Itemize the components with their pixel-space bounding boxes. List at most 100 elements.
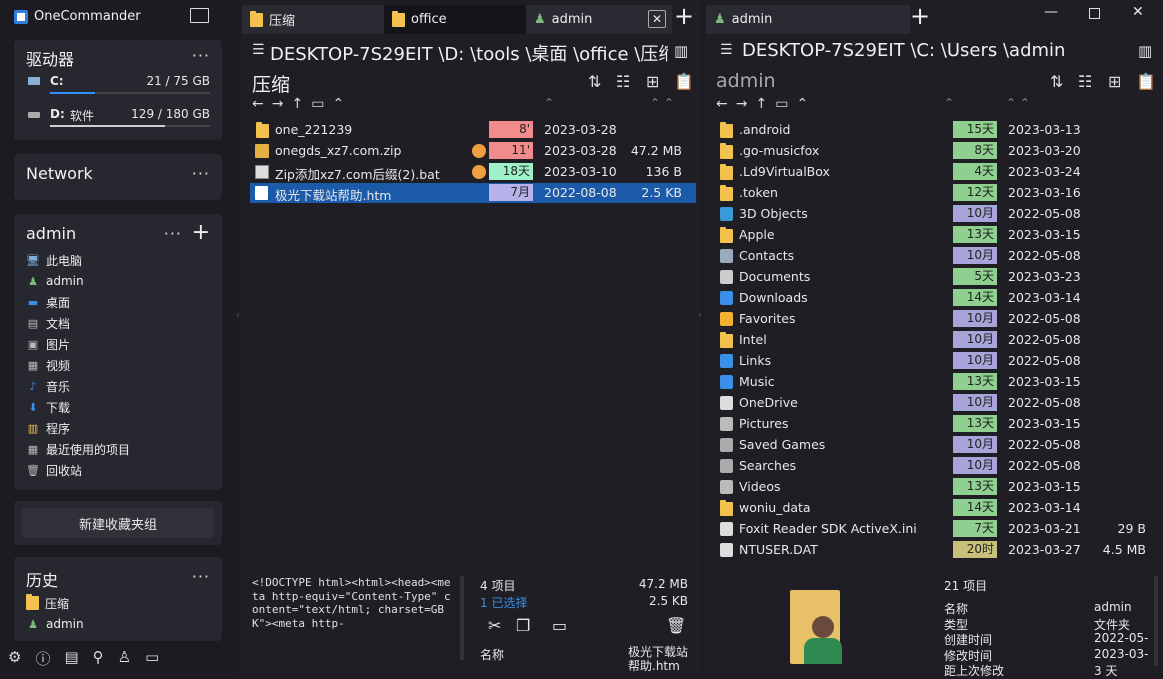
sidebar-item[interactable]: ▦ 最近使用的项目 xyxy=(26,439,130,459)
file-row[interactable]: Apple 13天 2023-03-15 xyxy=(714,225,1158,245)
sort-icon[interactable]: ⇅ xyxy=(588,72,601,91)
file-row[interactable]: Music 13天 2023-03-15 xyxy=(714,372,1158,392)
file-row[interactable]: .android 15天 2023-03-13 xyxy=(714,120,1158,140)
new-tab-button[interactable]: + xyxy=(674,2,694,30)
clipboard-icon[interactable]: 📋 xyxy=(674,72,694,91)
sidebar-item[interactable]: ▬ 桌面 xyxy=(26,292,70,312)
folder-nav-icon[interactable]: ▭ xyxy=(311,96,324,112)
file-row[interactable]: .Ld9VirtualBox 4天 2023-03-24 xyxy=(714,162,1158,182)
panel-layout-icon[interactable]: ▥ xyxy=(1138,42,1152,60)
sidebar-item[interactable]: ♟ admin xyxy=(26,271,84,291)
sidebar-item[interactable]: 🗑 回收站 xyxy=(26,460,82,480)
new-window-button[interactable] xyxy=(190,8,209,23)
clipboard-icon[interactable]: 📋 xyxy=(1136,72,1156,91)
drives-more-button[interactable]: ··· xyxy=(192,46,210,65)
file-row[interactable]: Documents 5天 2023-03-23 xyxy=(714,267,1158,287)
splitter-handle[interactable]: ‹ xyxy=(236,310,240,321)
cut-icon[interactable]: ✂ xyxy=(488,616,501,635)
file-row[interactable]: Contacts 10月 2022-05-08 xyxy=(714,246,1158,266)
user-switch-icon[interactable]: ♙ xyxy=(118,648,131,668)
network-more-button[interactable]: ··· xyxy=(192,164,210,183)
panel-layout-icon[interactable]: ▥ xyxy=(674,42,688,60)
view-list-icon[interactable]: ☷ xyxy=(616,72,630,91)
screen-icon[interactable]: ▭ xyxy=(145,648,159,668)
history-item[interactable]: ♟ admin xyxy=(26,614,84,634)
file-row[interactable]: Searches 10月 2022-05-08 xyxy=(714,456,1158,476)
menu-icon[interactable]: ☰ xyxy=(720,42,733,58)
menu-icon[interactable]: ☰ xyxy=(252,42,265,58)
settings-gear-icon[interactable]: ⚙ xyxy=(8,648,21,668)
file-row[interactable]: Pictures 13天 2023-03-15 xyxy=(714,414,1158,434)
info-scrollbar[interactable] xyxy=(1154,576,1158,666)
file-row[interactable]: Intel 10月 2022-05-08 xyxy=(714,330,1158,350)
file-row[interactable]: Saved Games 10月 2022-05-08 xyxy=(714,435,1158,455)
tab-admin-right[interactable]: ♟ admin xyxy=(706,5,910,34)
file-row[interactable]: 极光下载站帮助.htm 7月 2022-08-08 2.5 KB xyxy=(250,183,696,203)
new-tab-button[interactable]: + xyxy=(910,2,930,30)
file-row[interactable]: Downloads 14天 2023-03-14 xyxy=(714,288,1158,308)
history-item[interactable]: 压缩 xyxy=(26,593,69,613)
new-favorite-group-button[interactable]: 新建收藏夹组 xyxy=(22,508,214,538)
tab-office[interactable]: office xyxy=(384,5,532,34)
sort-chevron-icon[interactable]: ⌃ xyxy=(544,96,554,110)
file-row[interactable]: Zip添加xz7.com后缀(2).bat 18天 2023-03-10 136 B xyxy=(250,162,696,182)
info-icon[interactable]: ⓘ xyxy=(35,648,50,668)
sidebar-item[interactable]: 🖥 此电脑 xyxy=(26,250,82,270)
collapse-icon[interactable]: ⌃ xyxy=(796,96,808,112)
file-row[interactable]: .token 12天 2023-03-16 xyxy=(714,183,1158,203)
delete-icon[interactable]: 🗑 xyxy=(666,616,686,635)
sidebar-item[interactable]: ▥ 程序 xyxy=(26,418,70,438)
minimize-button[interactable]: — xyxy=(1044,4,1058,20)
back-arrow-icon[interactable]: ← xyxy=(716,96,728,112)
new-item-icon[interactable]: ⊞ xyxy=(1108,72,1121,91)
sidebar-item[interactable]: ♪ 音乐 xyxy=(26,376,70,396)
sort-chevron-icon[interactable]: ⌃ ⌃ xyxy=(1006,96,1030,110)
close-window-button[interactable]: ✕ xyxy=(1132,4,1144,20)
file-row[interactable]: Favorites 10月 2022-05-08 xyxy=(714,309,1158,329)
rename-icon[interactable]: ▭ xyxy=(552,616,567,635)
file-row[interactable]: NTUSER.DAT 20时 2023-03-27 4.5 MB xyxy=(714,540,1158,560)
sort-icon[interactable]: ⇅ xyxy=(1050,72,1063,91)
layout-icon[interactable]: ▤ xyxy=(64,648,78,668)
forward-arrow-icon[interactable]: → xyxy=(736,96,748,112)
back-arrow-icon[interactable]: ← xyxy=(252,96,264,112)
sidebar-item[interactable]: ⬇ 下载 xyxy=(26,397,70,417)
splitter-handle[interactable]: ‹ xyxy=(698,310,702,321)
tab-admin[interactable]: ♟ admin ✕ xyxy=(526,5,672,34)
drive-c[interactable]: C: 21 / 75 GB xyxy=(28,74,210,98)
file-row[interactable]: woniu_data 14天 2023-03-14 xyxy=(714,498,1158,518)
file-row[interactable]: onegds_xz7.com.zip 11' 2023-03-28 47.2 MB xyxy=(250,141,696,161)
collapse-icon[interactable]: ⌃ xyxy=(332,96,344,112)
file-row[interactable]: 3D Objects 10月 2022-05-08 xyxy=(714,204,1158,224)
breadcrumb[interactable]: DESKTOP-7S29EIT \C: \Users \admin xyxy=(742,40,1122,61)
file-row[interactable]: Foxit Reader SDK ActiveX.ini 7天 2023-03-21… xyxy=(714,519,1158,539)
copy-icon[interactable]: ❐ xyxy=(516,616,530,635)
sidebar-item[interactable]: ▦ 视频 xyxy=(26,355,70,375)
history-more-button[interactable]: ··· xyxy=(192,567,210,586)
sidebar-item[interactable]: ▤ 文档 xyxy=(26,313,70,333)
new-item-icon[interactable]: ⊞ xyxy=(646,72,659,91)
tab-yasuo[interactable]: 压缩 xyxy=(242,5,390,34)
sidebar-item[interactable]: ▣ 图片 xyxy=(26,334,70,354)
up-arrow-icon[interactable]: ↑ xyxy=(755,96,767,112)
file-row[interactable]: Videos 13天 2023-03-15 xyxy=(714,477,1158,497)
file-row[interactable]: .go-musicfox 8天 2023-03-20 xyxy=(714,141,1158,161)
breadcrumb[interactable]: DESKTOP-7S29EIT \D: \tools \桌面 \office \… xyxy=(270,40,668,66)
sort-chevron-icon[interactable]: ⌃ ⌃ xyxy=(650,96,674,110)
close-tab-icon[interactable]: ✕ xyxy=(648,10,666,28)
forward-arrow-icon[interactable]: → xyxy=(272,96,284,112)
user-more-button[interactable]: ··· xyxy=(164,224,182,243)
up-arrow-icon[interactable]: ↑ xyxy=(291,96,303,112)
file-row[interactable]: one_221239 8' 2023-03-28 xyxy=(250,120,696,140)
sort-chevron-icon[interactable]: ⌃ xyxy=(944,96,954,110)
add-favorite-icon[interactable]: + xyxy=(192,220,210,245)
network-title[interactable]: Network xyxy=(26,164,93,183)
search-icon[interactable]: ⚲ xyxy=(93,648,104,668)
file-row[interactable]: OneDrive 10月 2022-05-08 xyxy=(714,393,1158,413)
view-list-icon[interactable]: ☷ xyxy=(1078,72,1092,91)
maximize-button[interactable] xyxy=(1089,8,1100,19)
preview-scrollbar[interactable] xyxy=(460,576,464,660)
drive-d[interactable]: D: 软件 129 / 180 GB xyxy=(28,107,210,131)
file-row[interactable]: Links 10月 2022-05-08 xyxy=(714,351,1158,371)
folder-nav-icon[interactable]: ▭ xyxy=(775,96,788,112)
